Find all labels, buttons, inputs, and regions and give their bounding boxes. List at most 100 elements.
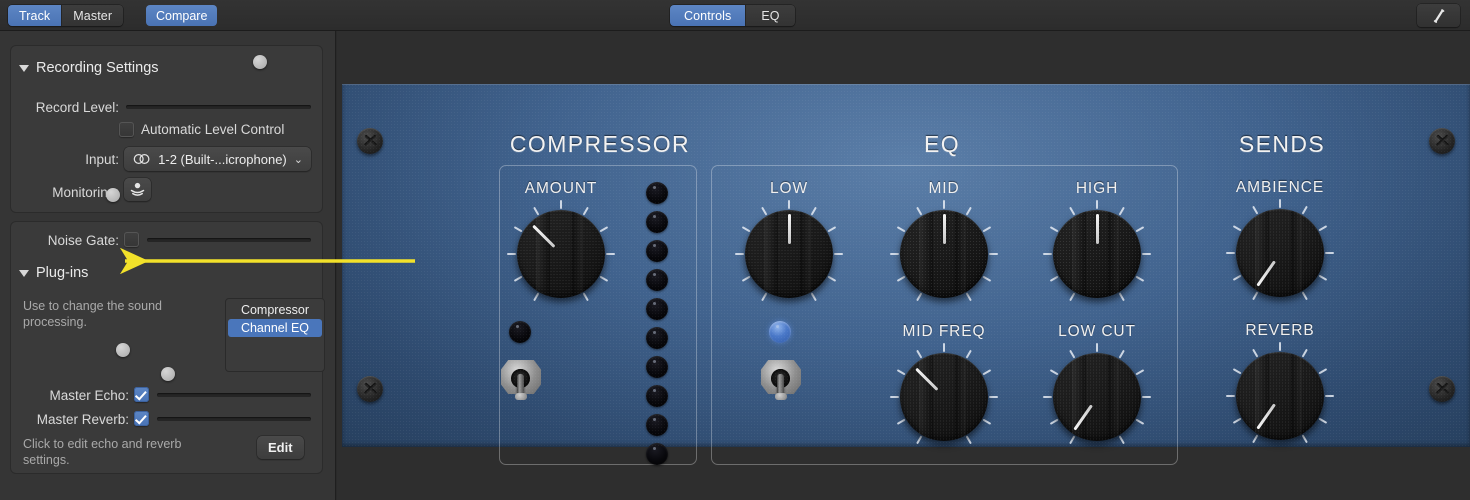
slider-knob[interactable] — [253, 55, 267, 69]
knob-area[interactable] — [879, 341, 1009, 453]
record-level-slider[interactable] — [126, 55, 311, 114]
monitoring-toggle-button[interactable] — [124, 178, 151, 201]
tab-track[interactable]: Track — [8, 5, 63, 26]
edit-hint: Click to edit echo and reverb settings. — [23, 437, 182, 467]
list-item[interactable]: Compressor — [228, 301, 322, 319]
input-select[interactable]: 1-2 (Built-...icrophone) ⌄ — [124, 147, 311, 171]
plugins-header[interactable]: Plug-ins — [19, 265, 88, 281]
effects-panel: Noise Gate: Plug-ins Use to change the s… — [10, 188, 325, 474]
slider-knob[interactable] — [161, 367, 175, 381]
stereo-pair-icon — [133, 153, 150, 165]
record-level-label: Record Level: — [35, 100, 119, 115]
section-title-eq: EQ — [923, 131, 961, 157]
screw-icon — [357, 376, 383, 402]
master-reverb-label: Master Reverb: — [36, 412, 129, 427]
compressor-power-led — [509, 321, 531, 343]
plugins-hint: Use to change the sound processing. — [23, 299, 162, 329]
led-indicator — [646, 327, 668, 349]
knob-pointer — [787, 210, 791, 254]
knob-label: AMOUNT — [524, 180, 598, 197]
knob-label: MID — [928, 180, 960, 197]
noise-gate-checkbox[interactable] — [124, 232, 139, 247]
knob-area[interactable] — [1215, 340, 1345, 452]
slider-knob[interactable] — [106, 188, 120, 202]
knob-pointer — [1095, 210, 1099, 254]
compressor-led-meter — [646, 182, 668, 465]
tab-controls[interactable]: Controls — [670, 5, 747, 26]
input-label: Input: — [85, 152, 119, 167]
led-indicator — [646, 240, 668, 262]
view-segmented-control[interactable]: Track Master — [8, 5, 124, 26]
led-indicator — [646, 298, 668, 320]
tuning-fork-icon — [1433, 8, 1444, 23]
top-toolbar: Track Master Compare Controls EQ — [0, 0, 1470, 31]
input-value: 1-2 (Built-...icrophone) — [158, 151, 287, 167]
knob-label: HIGH — [1075, 180, 1119, 197]
knob-pointer — [942, 210, 946, 254]
compressor-module: AMOUNT — [499, 165, 697, 465]
knob-area[interactable] — [879, 198, 1009, 310]
knob-area[interactable] — [1032, 198, 1162, 310]
compressor-power-switch[interactable] — [499, 354, 543, 400]
automatic-level-control-label: Automatic Level Control — [141, 122, 285, 137]
knob-label: LOW CUT — [1058, 323, 1136, 340]
screw-icon — [357, 128, 383, 154]
knob-area[interactable] — [1215, 197, 1345, 309]
eq-module: LOW MID HIGH MID FREQ LOW CUT — [711, 165, 1178, 465]
monitoring-speaker-icon — [130, 182, 145, 196]
knob-label: LOW — [769, 180, 808, 197]
section-title-compressor: COMPRESSOR — [509, 131, 691, 157]
plugins-title: Plug-ins — [36, 265, 89, 281]
tab-eq[interactable]: EQ — [746, 5, 795, 26]
knob-label: REVERB — [1245, 322, 1315, 339]
disclosure-triangle-icon[interactable] — [19, 64, 29, 72]
section-title-sends: SENDS — [1238, 131, 1326, 157]
master-echo-slider[interactable] — [116, 343, 311, 402]
led-indicator — [646, 414, 668, 436]
led-indicator — [769, 321, 791, 343]
led-indicator — [646, 443, 668, 465]
led-indicator — [646, 356, 668, 378]
left-sidebar: Recording Settings Record Level: Automat… — [0, 31, 336, 500]
noise-gate-slider[interactable] — [106, 188, 311, 247]
slider-track — [147, 237, 311, 242]
recording-settings-header[interactable]: Recording Settings — [19, 60, 159, 76]
mode-segmented-control[interactable]: Controls EQ — [670, 5, 795, 26]
knob-area[interactable] — [496, 198, 626, 310]
edit-button[interactable]: Edit — [257, 436, 304, 459]
led-indicator — [646, 269, 668, 291]
knob-area[interactable] — [1032, 341, 1162, 453]
led-indicator — [646, 182, 668, 204]
screw-icon — [1429, 376, 1455, 402]
plugin-list[interactable]: Compressor Channel EQ — [225, 298, 325, 372]
plugin-window: Track Master Compare Controls EQ Recordi… — [0, 0, 1470, 500]
eq-power-led — [769, 321, 791, 343]
chevron-down-icon[interactable]: ⌄ — [294, 153, 303, 166]
list-item[interactable]: Channel EQ — [228, 319, 322, 337]
slider-track — [157, 416, 311, 421]
knob-label: MID FREQ — [902, 323, 986, 340]
led-indicator — [646, 211, 668, 233]
switch-tip[interactable] — [514, 393, 527, 400]
led-indicator — [646, 385, 668, 407]
tuner-button[interactable] — [1417, 4, 1460, 27]
master-echo-checkbox[interactable] — [134, 387, 149, 402]
tab-master[interactable]: Master — [62, 5, 124, 26]
master-echo-label: Master Echo: — [49, 388, 129, 403]
disclosure-triangle-icon[interactable] — [19, 269, 29, 277]
plugin-stage: COMPRESSOR EQ SENDS AMOUNT LOW MID HIGH … — [337, 31, 1470, 500]
led-indicator — [509, 321, 531, 343]
knob-label: AMBIENCE — [1235, 179, 1325, 196]
slider-knob[interactable] — [116, 343, 130, 357]
compare-button[interactable]: Compare — [146, 5, 218, 26]
master-reverb-checkbox[interactable] — [134, 411, 149, 426]
slider-track — [126, 104, 311, 109]
slider-track — [157, 392, 311, 397]
master-reverb-slider[interactable] — [157, 367, 311, 426]
noise-gate-label: Noise Gate: — [47, 233, 119, 248]
monitoring-label: Monitoring: — [52, 185, 119, 200]
switch-tip[interactable] — [774, 393, 787, 400]
eq-power-switch[interactable] — [759, 354, 803, 400]
automatic-level-control-checkbox[interactable] — [119, 122, 134, 137]
knob-area[interactable] — [724, 198, 854, 310]
